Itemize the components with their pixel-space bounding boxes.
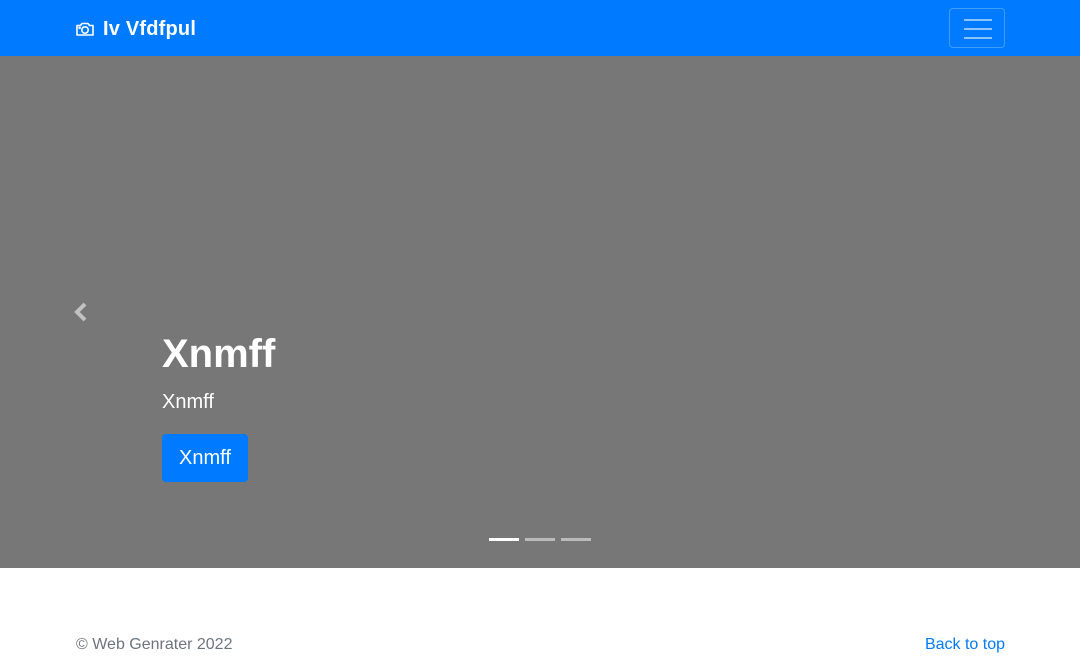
navbar-toggler-button[interactable] — [949, 8, 1005, 48]
back-to-top-link[interactable]: Back to top — [925, 635, 1005, 655]
slide-subtitle: Xnmff — [162, 391, 214, 413]
camera-icon — [76, 22, 94, 36]
footer: © Web Genrater 2022 Back to top — [0, 568, 1080, 656]
slide-title: Xnmff — [162, 332, 276, 376]
brand-name: Iv Vfdfpul — [103, 17, 197, 40]
brand-link[interactable]: Iv Vfdfpul — [75, 16, 196, 42]
carousel-indicators — [489, 538, 591, 541]
carousel-caption: Xnmff Xnmff Xnmff — [162, 332, 275, 482]
slide-cta-button[interactable]: Xnmff — [162, 434, 248, 482]
carousel-indicator-1[interactable] — [489, 538, 519, 541]
navbar: Iv Vfdfpul — [0, 0, 1080, 56]
copyright-text: © Web Genrater 2022 — [76, 636, 233, 653]
chevron-left-icon — [74, 302, 87, 322]
hero-carousel: Xnmff Xnmff Xnmff — [0, 56, 1080, 568]
carousel-indicator-3[interactable] — [561, 538, 591, 541]
carousel-prev-button[interactable] — [0, 56, 162, 568]
hamburger-menu-icon — [964, 19, 992, 39]
carousel-indicator-2[interactable] — [525, 538, 555, 541]
carousel-next-button[interactable] — [918, 56, 1080, 568]
